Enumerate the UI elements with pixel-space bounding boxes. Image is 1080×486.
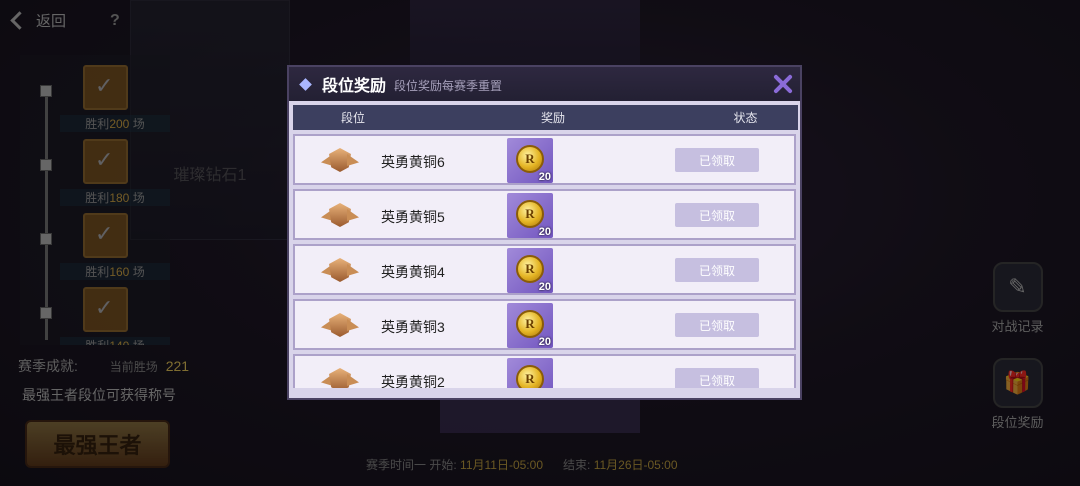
table-header: 段位 奖励 状态 xyxy=(293,105,798,130)
table-row: 英勇黄铜2 R 20 已领取 xyxy=(293,354,796,388)
reward-item[interactable]: R 20 xyxy=(507,358,553,388)
modal-header: 段位奖励 段位奖励每赛季重置 xyxy=(289,67,800,101)
reward-quantity: 20 xyxy=(538,226,551,238)
claimed-button[interactable]: 已领取 xyxy=(675,203,759,227)
claimed-button[interactable]: 已领取 xyxy=(675,368,759,388)
rank-name: 英勇黄铜4 xyxy=(381,264,445,280)
claimed-button[interactable]: 已领取 xyxy=(675,258,759,282)
diamond-icon xyxy=(299,77,312,91)
bronze-rank-icon xyxy=(321,311,359,341)
reward-item[interactable]: R 20 xyxy=(507,138,553,183)
rank-name: 英勇黄铜5 xyxy=(381,209,445,225)
table-row: 英勇黄铜5 R 20 已领取 xyxy=(293,189,796,240)
table-row: 英勇黄铜6 R 20 已领取 xyxy=(293,134,796,185)
rank-name: 英勇黄铜3 xyxy=(381,319,445,335)
bronze-rank-icon xyxy=(321,256,359,286)
modal-title: 段位奖励 xyxy=(322,78,387,95)
column-header-reward: 奖励 xyxy=(540,111,565,125)
coin-icon: R xyxy=(516,145,544,173)
rank-reward-modal: 段位奖励 段位奖励每赛季重置 段位 奖励 状态 英勇黄铜6 R 20 已领取 英… xyxy=(287,65,802,400)
table-row: 英勇黄铜3 R 20 已领取 xyxy=(293,299,796,350)
coin-icon: R xyxy=(516,200,544,228)
rank-name: 英勇黄铜6 xyxy=(381,154,445,170)
modal-subtitle: 段位奖励每赛季重置 xyxy=(394,79,503,93)
reward-quantity: 20 xyxy=(538,281,551,293)
column-header-status: 状态 xyxy=(733,111,758,125)
bronze-rank-icon xyxy=(321,201,359,231)
reward-table[interactable]: 段位 奖励 状态 英勇黄铜6 R 20 已领取 英勇黄铜5 R 20 已领取 英… xyxy=(293,105,798,388)
coin-icon: R xyxy=(516,255,544,283)
reward-item[interactable]: R 20 xyxy=(507,303,553,348)
reward-item[interactable]: R 20 xyxy=(507,193,553,238)
table-row: 英勇黄铜4 R 20 已领取 xyxy=(293,244,796,295)
bronze-rank-icon xyxy=(321,146,359,176)
reward-item[interactable]: R 20 xyxy=(507,248,553,293)
coin-icon: R xyxy=(516,365,544,388)
column-header-rank: 段位 xyxy=(340,111,365,125)
coin-icon: R xyxy=(516,310,544,338)
bronze-rank-icon xyxy=(321,366,359,388)
rank-name: 英勇黄铜2 xyxy=(381,374,445,388)
reward-quantity: 20 xyxy=(538,336,551,348)
claimed-button[interactable]: 已领取 xyxy=(675,148,759,172)
reward-quantity: 20 xyxy=(538,171,551,183)
close-icon[interactable] xyxy=(766,67,800,101)
claimed-button[interactable]: 已领取 xyxy=(675,313,759,337)
